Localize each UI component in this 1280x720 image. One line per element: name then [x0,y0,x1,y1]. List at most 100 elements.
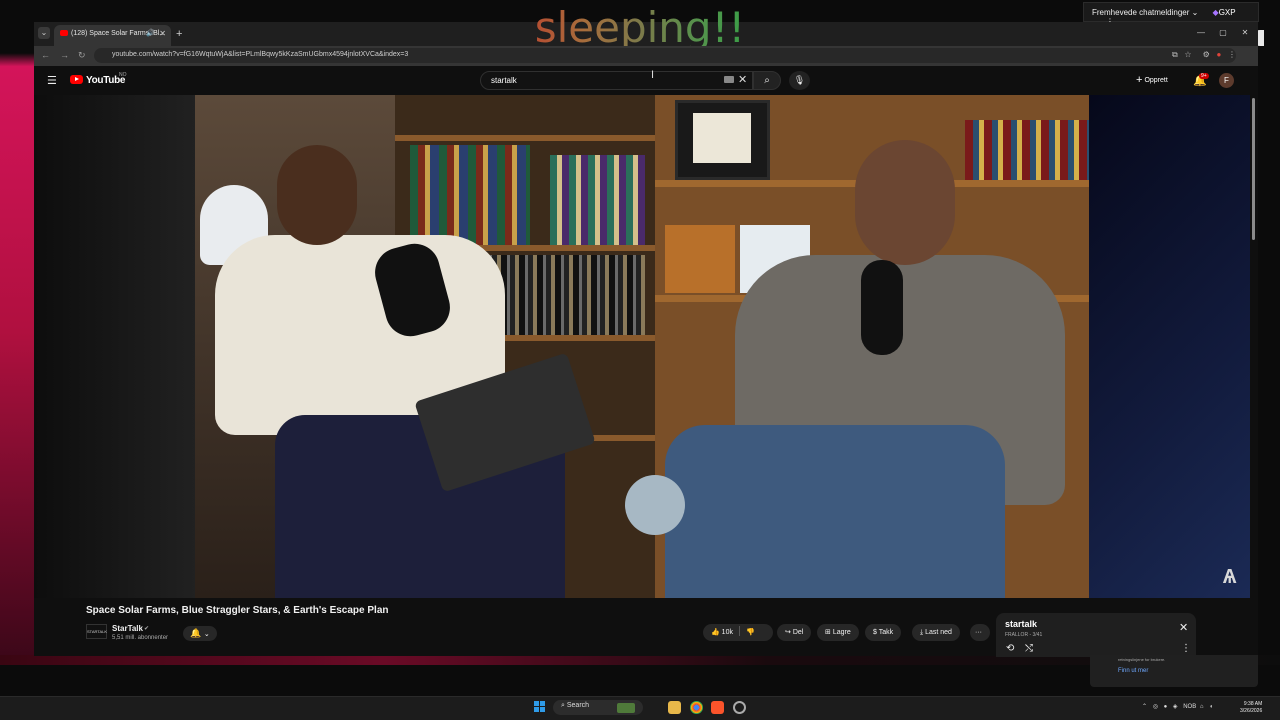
thumbs-up-icon: 👍 [711,629,720,636]
player-ambient-right [1089,95,1250,598]
file-explorer-icon[interactable] [668,701,681,714]
bookmark-star-icon[interactable]: ☆ [1184,50,1191,59]
more-actions-button[interactable]: ··· [970,624,990,641]
url-text: youtube.com/watch?v=fG16WqtuWjA&list=PLm… [112,51,409,58]
profile-icon[interactable]: ● [1216,50,1221,59]
thanks-button[interactable]: $ Takk [865,624,902,641]
channel-name[interactable]: StarTalk [112,624,143,633]
download-icon: ⤓ [920,629,924,636]
startalk-watermark-icon: Ѧ [1223,566,1237,588]
toolbar-actions: ⧉ ☆ ⚙ ● ⋮ [1172,50,1236,60]
language-indicator[interactable]: NOB [1183,704,1196,710]
thumbs-down-icon: 👎 [745,629,755,636]
create-label: Opprett [1144,77,1168,84]
browser-tab[interactable]: (128) Space Solar Farms, Bl... 🔊 ✕ [54,25,171,46]
network-icon[interactable]: ⌂ [1200,704,1206,710]
video-frame-certificate [693,113,751,163]
back-icon[interactable]: ← [41,50,50,60]
video-frame-globe [625,475,685,535]
download-button[interactable]: ⤓ Last ned [912,624,960,641]
loop-icon[interactable]: ⟲ [1006,643,1014,654]
notification-subscribe-button[interactable]: 🔔 ⌄ [183,626,217,641]
keyboard-icon[interactable] [724,76,734,83]
playlist-subtitle: FRALLOR - 3/41 [1005,632,1043,638]
desktop-wallpaper [0,0,34,664]
share-label: Del [792,629,804,636]
video-frame-host-left-head [277,145,357,245]
window-controls: — ▢ ✕ [1190,28,1256,37]
search-input[interactable]: startalk [480,71,753,90]
video-frame-books [550,155,645,245]
search-button[interactable]: ⌕ [753,71,781,90]
address-bar[interactable]: youtube.com/watch?v=fG16WqtuWjA&list=PLm… [94,48,1236,63]
dislike-button[interactable]: 👎 [746,629,755,636]
microphone-icon: 🎙 [793,75,806,85]
featured-chat-toggle[interactable]: Fremhevede chatmeldinger ⌄ ◆GXP ⋮ [1083,2,1259,26]
notification-badge: 9+ [1199,73,1209,79]
channel-avatar[interactable]: STARTALK [86,624,107,639]
more-horizontal-icon: ··· [975,629,982,636]
tab-close-icon[interactable]: ✕ [159,29,166,38]
featured-chat-label: Fremhevede chatmeldinger [1092,8,1190,17]
video-frame-books [965,120,1089,180]
playlist-more-icon[interactable]: ⋮ [1181,643,1191,654]
like-button[interactable]: 👍 10k [711,629,733,636]
close-icon[interactable]: ✕ [1179,621,1188,634]
reload-icon[interactable]: ↻ [78,50,86,61]
tray-app-icon[interactable]: ● [1164,704,1170,710]
youtube-play-icon [70,75,83,84]
shuffle-icon[interactable]: ⤭ [1025,643,1033,654]
playlist-title[interactable]: startalk [1005,619,1037,629]
video-player[interactable] [195,95,1089,598]
background-notification [1090,655,1258,687]
chevron-down-icon: ⌄ [203,631,210,638]
app-icon[interactable] [733,701,746,714]
maximize-icon[interactable]: ▢ [1212,28,1234,37]
like-dislike-group: 👍 10k 👎 [703,624,773,641]
tray-expand-icon[interactable]: ⌃ [1142,704,1149,710]
video-frame-host-right-head [855,140,955,265]
close-window-icon[interactable]: ✕ [1234,28,1256,37]
share-icon: ↪ [785,629,791,636]
tray-app-icon[interactable]: ◈ [1173,704,1180,710]
search-value: startalk [491,76,517,85]
tray-app-icon[interactable]: ◎ [1153,704,1160,710]
system-tray: ⌃ ◎ ● ◈ NOB ⌂ ◖ [1142,703,1215,710]
search-highlight-icon [617,703,635,713]
hamburger-menu-icon[interactable]: ☰ [47,74,57,87]
create-button[interactable]: + Opprett [1136,74,1168,86]
background-notification-text: retningslinjene for brukere. [1118,657,1166,662]
taskbar-search[interactable]: ⌕ Search [553,700,643,715]
plus-icon: + [1136,74,1143,86]
audio-playing-icon[interactable]: 🔊 [146,29,155,37]
start-windows-icon[interactable] [534,701,546,713]
avatar[interactable]: F [1219,73,1234,88]
brave-icon[interactable] [711,701,724,714]
video-frame-book-cover [665,225,735,293]
youtube-logo[interactable]: YouTube [70,75,126,86]
clock[interactable]: 9:38 AM 3/26/2026 [1240,701,1262,715]
video-frame-shelf [395,135,655,141]
clear-search-icon[interactable]: ✕ [738,73,747,86]
learn-more-link[interactable]: Finn ut mer [1118,668,1148,674]
taskbar-search-label: Search [566,702,590,709]
gxp-badge[interactable]: ◆GXP [1213,8,1236,17]
extensions-icon[interactable]: ⚙ [1203,50,1210,59]
save-button[interactable]: ⊞ Lagre [817,624,859,641]
volume-icon[interactable]: ◖ [1209,704,1215,710]
clock-date: 3/26/2026 [1240,708,1263,714]
forward-icon[interactable]: → [60,50,69,60]
minimize-icon[interactable]: — [1190,28,1212,37]
download-label: Last ned [925,629,952,636]
new-tab-button[interactable]: + [176,28,182,40]
region-code: NO [119,72,127,78]
install-icon[interactable]: ⧉ [1172,50,1178,59]
share-button[interactable]: ↪ Del [777,624,812,641]
voice-search-button[interactable]: 🎙 [789,71,810,90]
browser-menu-icon[interactable]: ⋮ [1228,50,1236,59]
text-cursor-icon: Ι [651,69,655,81]
thanks-label: Takk [878,629,894,636]
tab-search-icon[interactable]: ⌄ [38,27,50,39]
scrollbar-thumb[interactable] [1252,98,1255,240]
chrome-icon[interactable] [690,701,703,714]
